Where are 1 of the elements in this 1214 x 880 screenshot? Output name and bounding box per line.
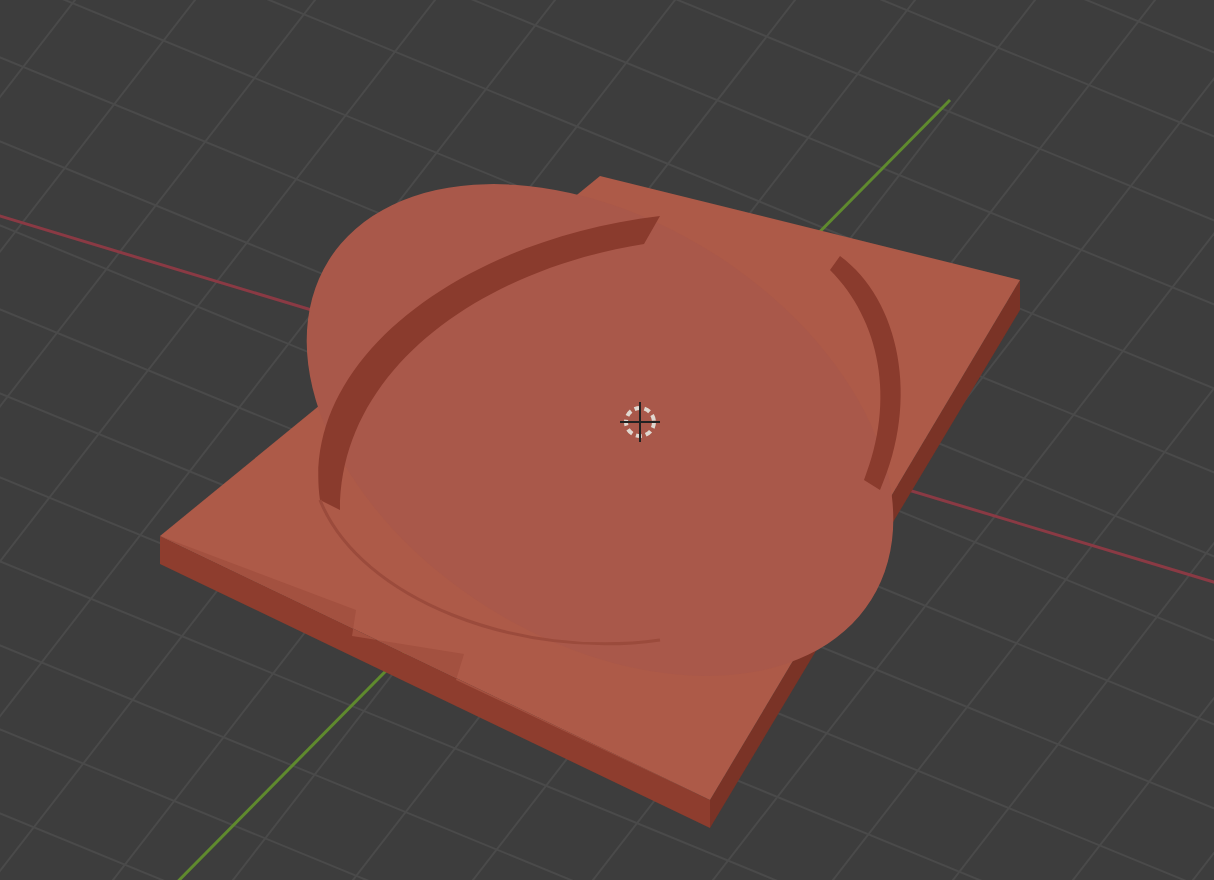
3d-cursor-icon	[619, 401, 661, 443]
